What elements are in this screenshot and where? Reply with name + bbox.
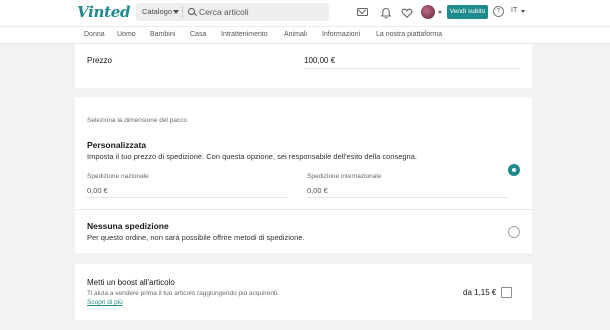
option-divider bbox=[75, 209, 532, 210]
custom-shipping-description: Imposta il tuo prezzo di spedizione. Con… bbox=[87, 152, 417, 161]
shipping-section-title: Seleziona la dimensione del pacco bbox=[87, 117, 188, 124]
nav-item-piattaforma[interactable]: La nostra piattaforma bbox=[376, 31, 442, 38]
national-shipping-input[interactable]: 0,00 € bbox=[87, 186, 108, 195]
help-icon[interactable]: ? bbox=[493, 6, 504, 17]
national-shipping-label: Spedizione nazionale bbox=[87, 173, 149, 180]
language-selector[interactable]: IT bbox=[511, 7, 517, 14]
avatar[interactable] bbox=[421, 5, 435, 19]
bell-icon[interactable] bbox=[380, 7, 392, 19]
nav-item-informazioni[interactable]: Informazioni bbox=[322, 31, 360, 38]
chevron-down-icon[interactable] bbox=[438, 11, 442, 14]
boost-checkbox[interactable] bbox=[501, 287, 512, 298]
mail-icon[interactable] bbox=[357, 8, 368, 16]
no-shipping-title[interactable]: Nessuna spedizione bbox=[87, 221, 169, 231]
category-nav: Donna Uomo Bambini Casa Intrattenimento … bbox=[0, 26, 610, 44]
price-label: Prezzo bbox=[87, 56, 112, 65]
search-icon bbox=[188, 8, 195, 15]
international-underline bbox=[307, 197, 507, 198]
boost-description: Ti aiuta a vendere prima il tuo articolo… bbox=[87, 290, 279, 297]
nav-item-uomo[interactable]: Uomo bbox=[117, 31, 136, 38]
search-bar[interactable]: Catalogo Cerca articoli bbox=[136, 3, 329, 21]
international-shipping-input[interactable]: 0,00 € bbox=[307, 186, 328, 195]
no-shipping-description: Per questo ordine, non sarà possibile of… bbox=[87, 233, 305, 242]
boost-title: Metti un boost all'articolo bbox=[87, 278, 175, 287]
price-card: Prezzo 100,00 € bbox=[75, 44, 532, 88]
heart-icon[interactable] bbox=[401, 7, 413, 19]
nav-item-animali[interactable]: Animali bbox=[284, 31, 307, 38]
nav-item-intrattenimento[interactable]: Intrattenimento bbox=[221, 31, 268, 38]
no-shipping-radio[interactable] bbox=[508, 226, 520, 238]
learn-more-link[interactable]: Scopri di più bbox=[87, 299, 123, 306]
international-shipping-label: Spedizione internazionale bbox=[307, 173, 382, 180]
catalog-dropdown-label[interactable]: Catalogo bbox=[142, 7, 172, 16]
nav-item-donna[interactable]: Donna bbox=[84, 31, 105, 38]
nav-item-bambini[interactable]: Bambini bbox=[150, 31, 175, 38]
national-underline bbox=[87, 197, 287, 198]
boost-price: da 1,15 € bbox=[463, 288, 497, 297]
price-underline bbox=[304, 68, 520, 69]
custom-shipping-radio[interactable] bbox=[508, 164, 520, 176]
nav-item-casa[interactable]: Casa bbox=[190, 31, 206, 38]
boost-card: Metti un boost all'articolo Ti aiuta a v… bbox=[75, 264, 532, 320]
search-input[interactable]: Cerca articoli bbox=[199, 7, 249, 17]
custom-shipping-title[interactable]: Personalizzata bbox=[87, 140, 146, 150]
vinted-logo[interactable]: Vinted bbox=[77, 3, 130, 21]
search-divider bbox=[182, 6, 183, 18]
chevron-down-icon[interactable] bbox=[173, 10, 179, 14]
sell-now-button[interactable]: Vendi subito bbox=[447, 5, 488, 19]
chevron-down-icon[interactable] bbox=[521, 10, 525, 13]
top-header: Vinted Catalogo Cerca articoli Vendi sub… bbox=[0, 0, 610, 26]
price-input[interactable]: 100,00 € bbox=[304, 56, 335, 65]
shipping-card: Seleziona la dimensione del pacco Person… bbox=[75, 97, 532, 253]
